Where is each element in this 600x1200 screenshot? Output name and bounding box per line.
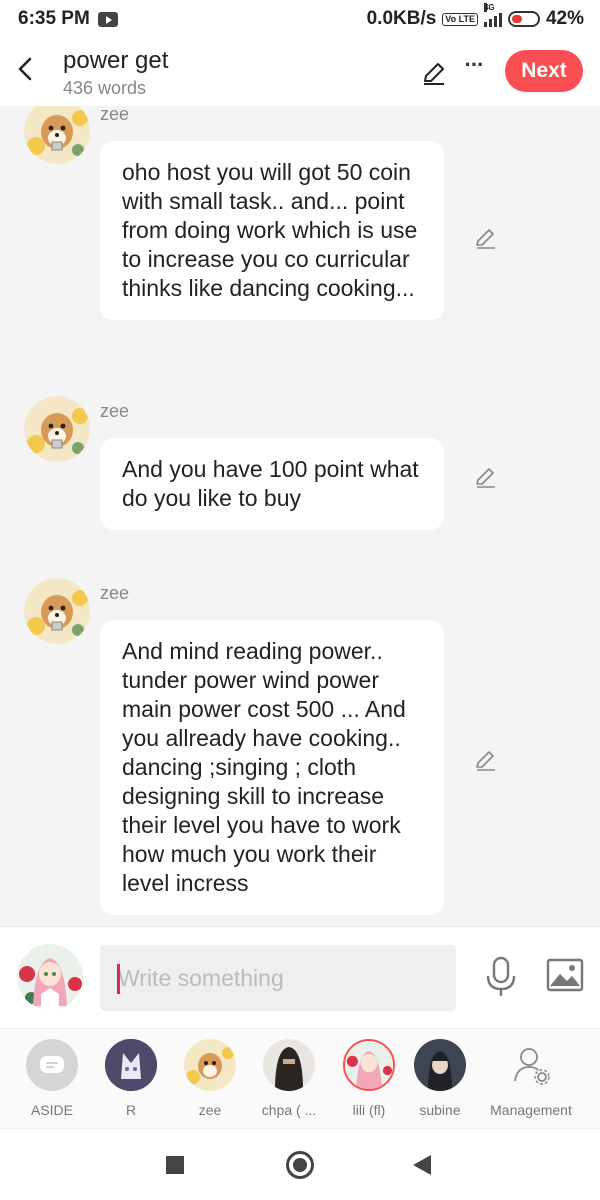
- text-cursor: [117, 964, 120, 994]
- edit-message-button[interactable]: [474, 226, 498, 250]
- edit-message-button[interactable]: [474, 465, 498, 489]
- chevron-left-icon: [18, 57, 32, 81]
- aside-avatar: [26, 1039, 78, 1091]
- chpa-avatar: [263, 1039, 315, 1091]
- system-back-button[interactable]: [413, 1155, 431, 1175]
- character-management[interactable]: Management: [485, 1039, 577, 1127]
- character-label: lili (fl): [352, 1102, 386, 1118]
- zee-avatar: [184, 1039, 236, 1091]
- character-aside[interactable]: ASIDE: [12, 1039, 92, 1127]
- video-app-icon: [97, 11, 118, 27]
- word-count: 436 words: [63, 78, 147, 98]
- chat-bubble-icon: [40, 1056, 64, 1073]
- system-nav-bar: [0, 1128, 600, 1200]
- chat-list[interactable]: zee oho host you will got 50 coin with s…: [0, 106, 600, 926]
- signal-icon: 4G: [483, 3, 502, 27]
- home-button[interactable]: [286, 1151, 314, 1179]
- battery-percent: 42%: [545, 8, 584, 29]
- edit-title-button[interactable]: [420, 59, 448, 87]
- next-button[interactable]: Next: [505, 50, 583, 92]
- back-button[interactable]: [12, 52, 38, 86]
- avatar-zee[interactable]: [24, 396, 90, 462]
- subine-avatar: [414, 1039, 466, 1091]
- edit-message-button[interactable]: [474, 748, 498, 772]
- battery-icon: [507, 11, 540, 27]
- speaker-name: zee: [100, 401, 130, 421]
- voice-input-button[interactable]: [484, 955, 518, 999]
- character-label: R: [125, 1102, 137, 1118]
- pencil-icon: [476, 751, 495, 771]
- message-bubble[interactable]: And mind reading power.. tunder power wi…: [100, 620, 444, 915]
- current-character-avatar[interactable]: [17, 944, 83, 1010]
- management-avatar: [505, 1039, 557, 1091]
- character-subine[interactable]: subine: [400, 1039, 480, 1127]
- character-label: zee: [198, 1102, 222, 1118]
- composer: [0, 926, 600, 1028]
- character-label: subine: [419, 1102, 461, 1118]
- character-label: ASIDE: [30, 1102, 73, 1118]
- character-chpa[interactable]: chpa ( ...: [249, 1039, 329, 1127]
- network-type: 4G: [483, 3, 495, 12]
- more-icon: ···: [464, 52, 485, 77]
- character-lili[interactable]: lili (fl): [329, 1039, 409, 1127]
- microphone-icon: [486, 956, 516, 996]
- recents-button[interactable]: [166, 1156, 184, 1174]
- more-options-button[interactable]: ···: [460, 54, 488, 84]
- pencil-icon: [476, 468, 495, 488]
- pencil-icon: [476, 229, 495, 249]
- image-icon: [546, 958, 584, 992]
- speaker-name: zee: [100, 106, 130, 124]
- pencil-icon: [424, 63, 444, 85]
- r-avatar: [105, 1039, 157, 1091]
- status-bar: 6:35 PM 0.0KB/s Vo LTE 4G 42%: [0, 0, 600, 38]
- character-label: Management: [490, 1102, 572, 1118]
- message-input[interactable]: [100, 945, 456, 1011]
- character-label: chpa ( ...: [261, 1102, 317, 1118]
- speaker-name: zee: [100, 583, 130, 603]
- insert-image-button[interactable]: [546, 957, 584, 993]
- story-header: power get 436 words ··· Next: [0, 38, 600, 106]
- message-bubble[interactable]: And you have 100 point what do you like …: [100, 438, 444, 530]
- page-title: power get: [63, 47, 169, 74]
- message-bubble[interactable]: oho host you will got 50 coin with small…: [100, 141, 444, 320]
- volte-icon: Vo LTE: [442, 12, 478, 26]
- avatar-zee[interactable]: [24, 578, 90, 644]
- message-input-box[interactable]: [100, 945, 456, 1011]
- lili-avatar: [343, 1039, 395, 1091]
- status-time: 6:35 PM: [18, 8, 90, 29]
- character-r[interactable]: R: [91, 1039, 171, 1127]
- character-zee[interactable]: zee: [170, 1039, 250, 1127]
- network-speed: 0.0KB/s: [366, 8, 437, 29]
- user-settings-icon: [514, 1048, 550, 1085]
- avatar-zee[interactable]: [24, 106, 90, 164]
- character-bar: ASIDE R zee chpa (... lili (fl) subine …: [0, 1028, 600, 1128]
